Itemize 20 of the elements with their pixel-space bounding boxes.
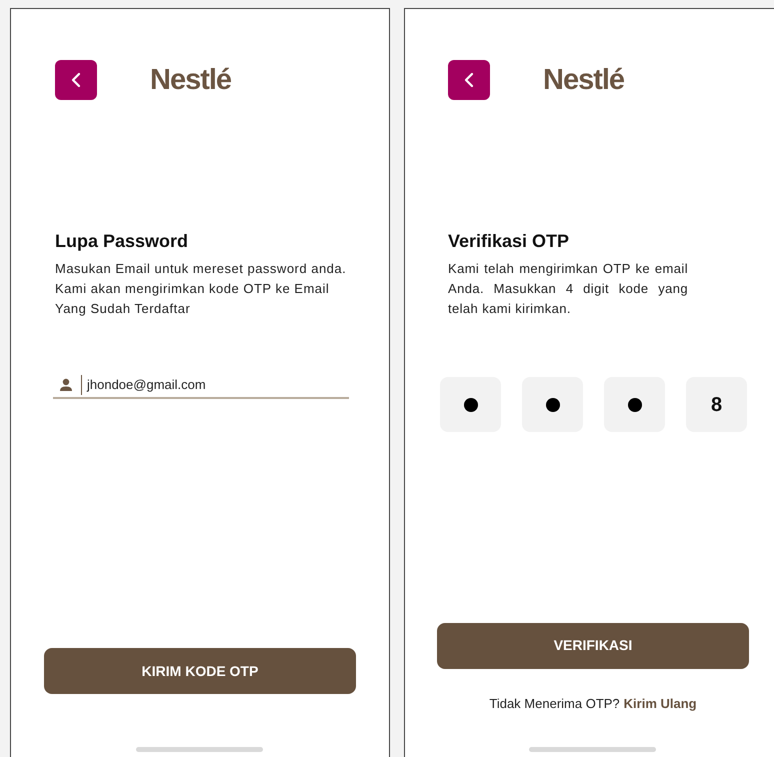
primary-button[interactable]: KIRIM KODE OTP: [44, 648, 356, 694]
description-text: Kami telah mengirimkan OTP ke email Anda. Masukkan 4 digit kode yang telah kami kirimkan.: [448, 260, 688, 318]
otp-digit-box[interactable]: 8: [686, 377, 747, 432]
otp-digit-box[interactable]: [604, 377, 665, 432]
chevron-left-icon: [71, 72, 81, 88]
primary-button[interactable]: VERIFIKASI: [437, 622, 749, 668]
screen-title: Verifikasi OTP: [448, 230, 570, 253]
back-button[interactable]: [55, 60, 97, 100]
screen-title: Lupa Password: [55, 230, 190, 253]
email-field[interactable]: jhondoe@gmail.com: [53, 373, 349, 399]
resend-link[interactable]: Kirim Ulang: [624, 694, 697, 713]
person-icon: [59, 378, 73, 392]
resend-prompt: Tidak Menerima OTP?: [489, 694, 620, 712]
chevron-left-icon: [464, 72, 474, 88]
otp-digit-box[interactable]: [440, 377, 501, 432]
brand-logo: Nestlé: [543, 66, 624, 94]
description-text: Masukan Email untuk mereset password anda. Kami akan mengirimkan kode OTP ke Email Yang Sudah Terdaftar: [55, 260, 348, 318]
otp-digit-box[interactable]: [522, 377, 583, 432]
back-button[interactable]: [448, 60, 490, 100]
brand-logo: Nestlé: [150, 66, 232, 94]
